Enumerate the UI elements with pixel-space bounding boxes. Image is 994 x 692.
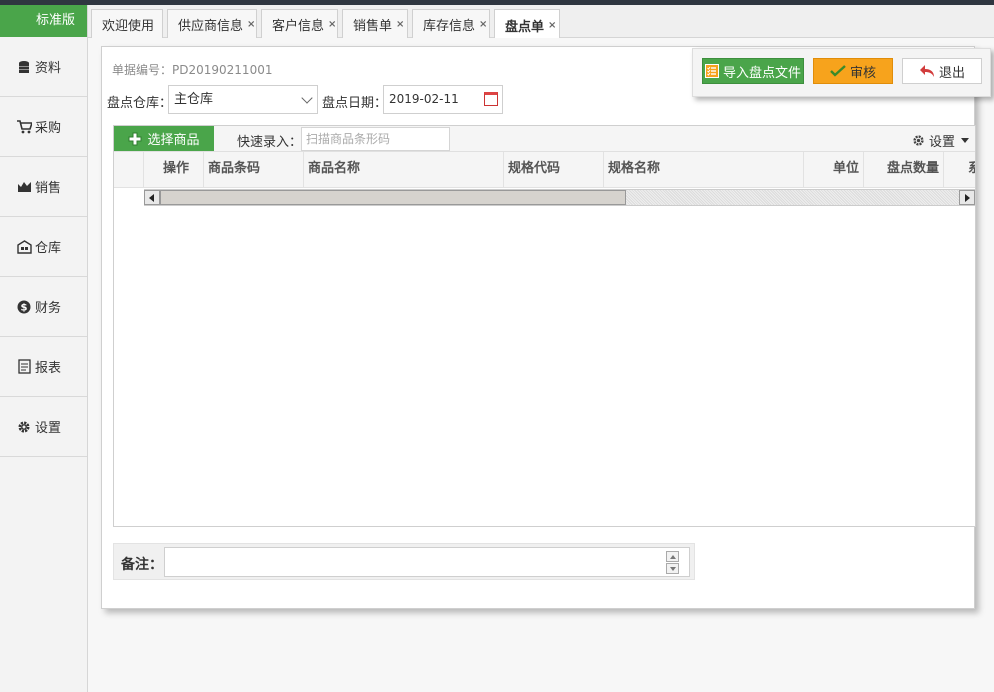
import-stocktake-file-button[interactable]: 导入盘点文件 bbox=[702, 58, 804, 84]
column-header[interactable]: 操作 bbox=[144, 152, 204, 188]
sidebar-item-label: 资料 bbox=[35, 61, 62, 76]
brand-label: 标准版 bbox=[0, 5, 87, 37]
column-header[interactable]: 规格名称 bbox=[604, 152, 804, 188]
date-label: 盘点日期： bbox=[322, 96, 388, 111]
date-value: 2019-02-11 bbox=[389, 92, 459, 106]
sidebar-item-sales[interactable]: 销售 bbox=[0, 157, 87, 217]
remark-section: 备注： bbox=[113, 543, 695, 580]
sidebar-item-warehouse[interactable]: 仓库 bbox=[0, 217, 87, 277]
caret-down-icon bbox=[961, 138, 969, 143]
warehouse-icon bbox=[16, 239, 32, 255]
chevron-down-icon bbox=[301, 92, 313, 104]
plus-icon bbox=[128, 132, 142, 146]
exit-button[interactable]: 退出 bbox=[902, 58, 982, 84]
sidebar-item-label: 销售 bbox=[35, 181, 62, 196]
grid-settings-button[interactable]: 设置 bbox=[912, 131, 969, 150]
row-number-header bbox=[114, 152, 144, 188]
svg-text:$: $ bbox=[21, 302, 28, 313]
back-arrow-icon bbox=[919, 64, 935, 78]
grid-header: 操作 商品条码 商品名称 规格代码 规格名称 单位 盘点数量 系 bbox=[114, 152, 975, 188]
sales-icon bbox=[16, 179, 32, 195]
grid-toolbar: 选择商品 快速录入： 设置 bbox=[114, 126, 975, 152]
tab-label: 库存信息 bbox=[423, 19, 476, 34]
tab-label: 欢迎使用 bbox=[102, 19, 155, 34]
close-icon[interactable]: × bbox=[247, 19, 255, 30]
tab-suppliers[interactable]: 供应商信息 × bbox=[167, 9, 257, 39]
tab-inventory[interactable]: 库存信息 × bbox=[412, 9, 490, 39]
column-header[interactable]: 商品条码 bbox=[204, 152, 304, 188]
database-icon bbox=[16, 59, 32, 75]
tab-sales-order[interactable]: 销售单 × bbox=[342, 9, 408, 39]
tab-stocktake[interactable]: 盘点单 × bbox=[494, 9, 560, 40]
exit-button-label: 退出 bbox=[938, 65, 965, 81]
warehouse-label: 盘点仓库： bbox=[107, 96, 173, 111]
close-icon[interactable]: × bbox=[396, 19, 404, 30]
remark-label: 备注： bbox=[121, 557, 163, 573]
audit-button-label: 审核 bbox=[849, 65, 876, 81]
sidebar-item-finance[interactable]: $ 财务 bbox=[0, 277, 87, 337]
sidebar-item-purchase[interactable]: 采购 bbox=[0, 97, 87, 157]
scroll-right-button[interactable] bbox=[959, 190, 975, 205]
settings-label: 设置 bbox=[928, 135, 955, 150]
import-button-label: 导入盘点文件 bbox=[722, 65, 801, 81]
gear-icon bbox=[912, 134, 925, 147]
tab-customers[interactable]: 客户信息 × bbox=[261, 9, 338, 39]
dollar-icon: $ bbox=[16, 299, 32, 315]
gear-icon bbox=[16, 419, 32, 435]
stocktake-form-panel: 单据编号：PD20190211001 盘点仓库： 主仓库 盘点日期： 2019-… bbox=[101, 46, 991, 609]
remark-textarea[interactable] bbox=[164, 547, 690, 577]
spin-down-button[interactable] bbox=[666, 563, 679, 574]
main-content: 单据编号：PD20190211001 盘点仓库： 主仓库 盘点日期： 2019-… bbox=[88, 38, 994, 692]
sidebar-item-label: 财务 bbox=[35, 301, 62, 316]
sidebar-item-settings[interactable]: 设置 bbox=[0, 397, 87, 457]
tab-label: 客户信息 bbox=[272, 19, 325, 34]
tab-welcome[interactable]: 欢迎使用 bbox=[91, 9, 163, 39]
checkmark-icon bbox=[830, 65, 846, 77]
doc-number-value: PD20190211001 bbox=[172, 63, 273, 77]
sidebar-item-data[interactable]: 资料 bbox=[0, 37, 87, 97]
goods-grid: 选择商品 快速录入： 设置 操作 商品条码 商品名称 规格代码 规格名称 bbox=[113, 125, 976, 527]
sidebar-item-reports[interactable]: 报表 bbox=[0, 337, 87, 397]
warehouse-value: 主仓库 bbox=[174, 92, 214, 107]
column-header[interactable]: 商品名称 bbox=[304, 152, 504, 188]
sidebar-item-label: 设置 bbox=[35, 421, 62, 436]
tab-label: 盘点单 bbox=[505, 19, 545, 35]
sidebar-item-label: 报表 bbox=[35, 361, 62, 376]
select-goods-button[interactable]: 选择商品 bbox=[114, 126, 214, 151]
audit-button[interactable]: 审核 bbox=[813, 58, 893, 84]
select-goods-label: 选择商品 bbox=[147, 133, 200, 148]
warehouse-select[interactable]: 主仓库 bbox=[168, 85, 318, 114]
quick-entry-label: 快速录入： bbox=[237, 135, 303, 150]
report-icon bbox=[16, 359, 32, 375]
doc-number-label: 单据编号： bbox=[112, 63, 173, 77]
column-header[interactable]: 盘点数量 bbox=[864, 152, 944, 188]
column-header[interactable]: 规格代码 bbox=[504, 152, 604, 188]
horizontal-scrollbar[interactable] bbox=[144, 189, 975, 206]
close-icon[interactable]: × bbox=[328, 19, 336, 30]
tab-label: 供应商信息 bbox=[178, 19, 244, 34]
action-toolbar: 导入盘点文件 审核 退出 bbox=[692, 48, 991, 97]
close-icon[interactable]: × bbox=[548, 20, 556, 31]
doc-number: 单据编号：PD20190211001 bbox=[112, 61, 272, 78]
column-header[interactable]: 系 bbox=[944, 152, 975, 188]
sidebar-item-label: 采购 bbox=[35, 121, 62, 136]
sidebar: 标准版 资料 采购 销售 仓库 $ 财务 报表 设置 bbox=[0, 5, 88, 692]
calendar-icon[interactable] bbox=[484, 92, 498, 106]
scroll-left-button[interactable] bbox=[144, 190, 160, 205]
cart-icon bbox=[16, 119, 32, 135]
column-header[interactable]: 单位 bbox=[804, 152, 864, 188]
tab-label: 销售单 bbox=[353, 19, 393, 34]
sidebar-item-label: 仓库 bbox=[35, 241, 62, 256]
checklist-icon bbox=[704, 64, 719, 78]
close-icon[interactable]: × bbox=[479, 19, 487, 30]
spin-up-button[interactable] bbox=[666, 551, 679, 562]
barcode-input[interactable] bbox=[301, 127, 450, 151]
tab-bar: 欢迎使用 供应商信息 × 客户信息 × 销售单 × 库存信息 × 盘点单 × bbox=[88, 5, 994, 40]
scrollbar-thumb[interactable] bbox=[160, 190, 626, 205]
date-field[interactable]: 2019-02-11 bbox=[383, 85, 503, 114]
